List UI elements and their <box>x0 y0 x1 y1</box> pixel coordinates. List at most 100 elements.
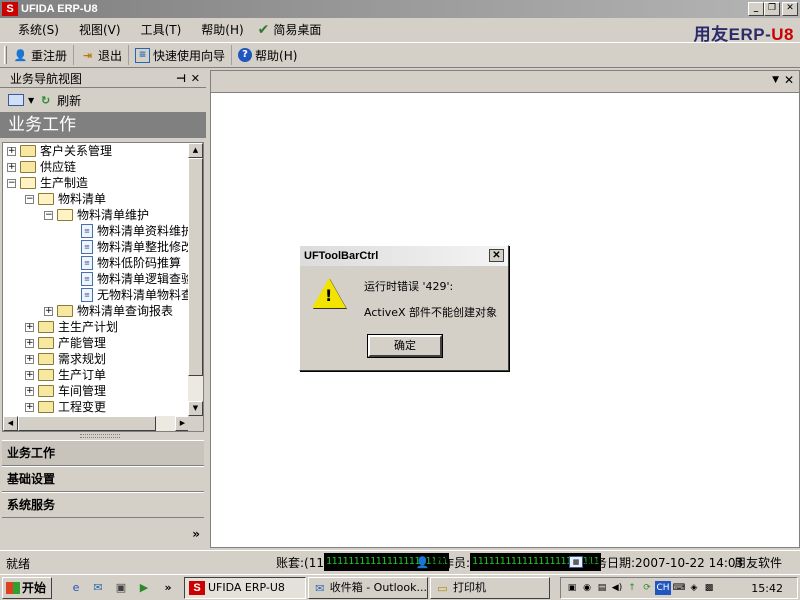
expand-icon[interactable]: + <box>25 402 34 412</box>
expand-icon[interactable]: + <box>44 306 53 316</box>
start-button[interactable]: 开始 <box>2 577 52 599</box>
monitor-icon[interactable]: ▤ <box>595 581 609 595</box>
sync-icon[interactable]: ⟳ <box>640 581 654 595</box>
close-panel-icon[interactable]: ✕ <box>191 72 200 85</box>
menu-simple-desktop[interactable]: ✔ 简易桌面 <box>254 20 332 40</box>
collapse-icon[interactable]: − <box>25 194 34 204</box>
tree-horizontal-scrollbar[interactable]: ◀ ▶ <box>3 416 190 431</box>
expand-icon[interactable]: + <box>7 146 16 156</box>
tree-leaf[interactable]: ≡ 物料低阶码推算 <box>81 255 181 271</box>
tree-node[interactable]: − 物料清单维护 <box>44 207 149 223</box>
expand-icon[interactable]: + <box>25 386 34 396</box>
expand-icon[interactable]: + <box>25 354 34 364</box>
panel-splitter[interactable] <box>80 434 120 438</box>
task-outlook[interactable]: ✉ 收件箱 - Outlook... <box>308 577 428 599</box>
status-company: 用友软件 <box>734 553 782 571</box>
volume-icon[interactable]: ◀) <box>610 581 624 595</box>
tree-node[interactable]: + 生产订单 <box>25 367 106 383</box>
task-printers[interactable]: ▭ 打印机 <box>430 577 550 599</box>
document-icon: ≡ <box>81 224 93 238</box>
app-logo-icon: S <box>2 2 18 16</box>
chevron-down-icon[interactable]: ▼ <box>28 96 34 105</box>
task-label: UFIDA ERP-U8 <box>208 581 285 594</box>
menu-tools[interactable]: 工具(T) <box>131 20 192 40</box>
clock[interactable]: 15:42 <box>751 582 783 595</box>
tree-node[interactable]: + 供应链 <box>7 159 76 175</box>
collapse-icon[interactable]: − <box>7 178 16 188</box>
media-player-icon[interactable]: ▶ <box>136 580 152 596</box>
task-ufida[interactable]: S UFIDA ERP-U8 <box>184 577 306 599</box>
outlook-icon[interactable]: ✉ <box>90 580 106 596</box>
network-icon[interactable]: ▣ <box>565 581 579 595</box>
more-categories-icon[interactable]: » <box>192 527 200 541</box>
collapse-icon[interactable]: − <box>44 210 53 220</box>
menu-view[interactable]: 视图(V) <box>69 20 131 40</box>
scroll-down-icon[interactable]: ▼ <box>188 401 203 416</box>
exit-door-icon: ⇥ <box>82 48 93 62</box>
category-business-work[interactable]: 业务工作 <box>2 440 204 466</box>
expand-icon[interactable]: + <box>25 338 34 348</box>
tree-node[interactable]: + 车间管理 <box>25 383 106 399</box>
tree-node[interactable]: + 物料清单查询报表 <box>44 303 173 319</box>
minimize-button[interactable]: _ <box>748 2 764 16</box>
expand-icon[interactable]: + <box>25 370 34 380</box>
tree-node[interactable]: + 产能管理 <box>25 335 106 351</box>
tree-vertical-scrollbar[interactable]: ▲ ▼ <box>188 143 203 416</box>
input-language-indicator[interactable]: CH <box>655 581 671 595</box>
dialog-ok-button[interactable]: 确定 <box>367 334 443 358</box>
status-date-label: 业务日期:2007-10-22 14:03 <box>583 555 744 570</box>
restore-button[interactable]: ❐ <box>764 2 780 16</box>
scroll-thumb-horizontal[interactable] <box>18 416 156 431</box>
expand-icon[interactable]: + <box>7 162 16 172</box>
tree-node[interactable]: + 客户关系管理 <box>7 143 112 159</box>
error-dialog: UFToolBarCtrl ✕ ! 运行时错误 '429': ActiveX 部… <box>299 245 509 371</box>
ime-icon[interactable]: ⌨ <box>672 581 686 595</box>
scroll-left-icon[interactable]: ◀ <box>3 416 18 431</box>
task-label: 收件箱 - Outlook... <box>329 581 427 594</box>
tree-node-label: 需求规划 <box>58 352 107 366</box>
close-tab-icon[interactable]: ✕ <box>784 73 794 87</box>
category-basic-settings[interactable]: 基础设置 <box>2 466 204 492</box>
tree-node-label: 供应链 <box>40 160 77 174</box>
toolbar-grip[interactable] <box>4 46 7 64</box>
tree-leaf[interactable]: ≡ 物料清单资料维护 <box>81 223 190 239</box>
pin-icon[interactable]: ⊣ <box>176 72 186 85</box>
folder-icon <box>20 161 36 173</box>
help-button[interactable]: ? 帮助(H) <box>236 45 303 65</box>
desktop-icon[interactable]: ▣ <box>113 580 129 596</box>
tray-app-icon[interactable]: ◈ <box>687 581 701 595</box>
quicklaunch-more-icon[interactable]: » <box>160 580 176 596</box>
scroll-thumb[interactable] <box>188 158 203 376</box>
relogin-button[interactable]: 👤 重注册 <box>11 45 75 65</box>
scroll-up-icon[interactable]: ▲ <box>188 143 203 158</box>
tree-node[interactable]: + 主生产计划 <box>25 319 118 335</box>
wizard-button[interactable]: ≡ 快速使用向导 <box>133 45 233 65</box>
close-window-button[interactable]: ✕ <box>782 2 798 16</box>
menu-help[interactable]: 帮助(H) <box>191 20 253 40</box>
exit-button[interactable]: ⇥ 退出 <box>78 45 130 65</box>
tree-leaf[interactable]: ≡ 无物料清单物料查询 <box>81 287 190 303</box>
tree-node[interactable]: − 物料清单 <box>25 191 106 207</box>
tree-node[interactable]: + 需求规划 <box>25 351 106 367</box>
update-icon[interactable]: ↑ <box>625 581 639 595</box>
tree-leaf[interactable]: ≡ 物料清单逻辑查验 <box>81 271 190 287</box>
tree-node[interactable]: + 工程变更 <box>25 399 106 415</box>
expand-icon[interactable]: + <box>25 322 34 332</box>
tree-node[interactable]: − 生产制造 <box>7 175 88 191</box>
ie-icon[interactable]: e <box>68 580 84 596</box>
calendar-icon: ▦ <box>569 556 583 568</box>
view-mode-icon[interactable] <box>8 94 24 106</box>
tree-leaf[interactable]: ≡ 物料清单整批修改 <box>81 239 190 255</box>
inbox-icon: ✉ <box>315 581 325 595</box>
category-system-services[interactable]: 系统服务 <box>2 492 204 518</box>
dialog-close-button[interactable]: ✕ <box>489 249 504 262</box>
tree-node-label: 生产订单 <box>58 368 107 382</box>
chevron-down-icon[interactable]: ▼ <box>772 75 779 85</box>
tray-utility-icon[interactable]: ▩ <box>702 581 716 595</box>
refresh-icon[interactable]: ↻ <box>38 93 53 108</box>
menu-system[interactable]: 系统(S) <box>8 20 69 40</box>
antivirus-icon[interactable]: ◉ <box>580 581 594 595</box>
tree-node-label: 无物料清单物料查询 <box>97 288 190 302</box>
dialog-title-bar: UFToolBarCtrl ✕ <box>300 246 508 266</box>
refresh-button[interactable]: 刷新 <box>57 92 81 109</box>
